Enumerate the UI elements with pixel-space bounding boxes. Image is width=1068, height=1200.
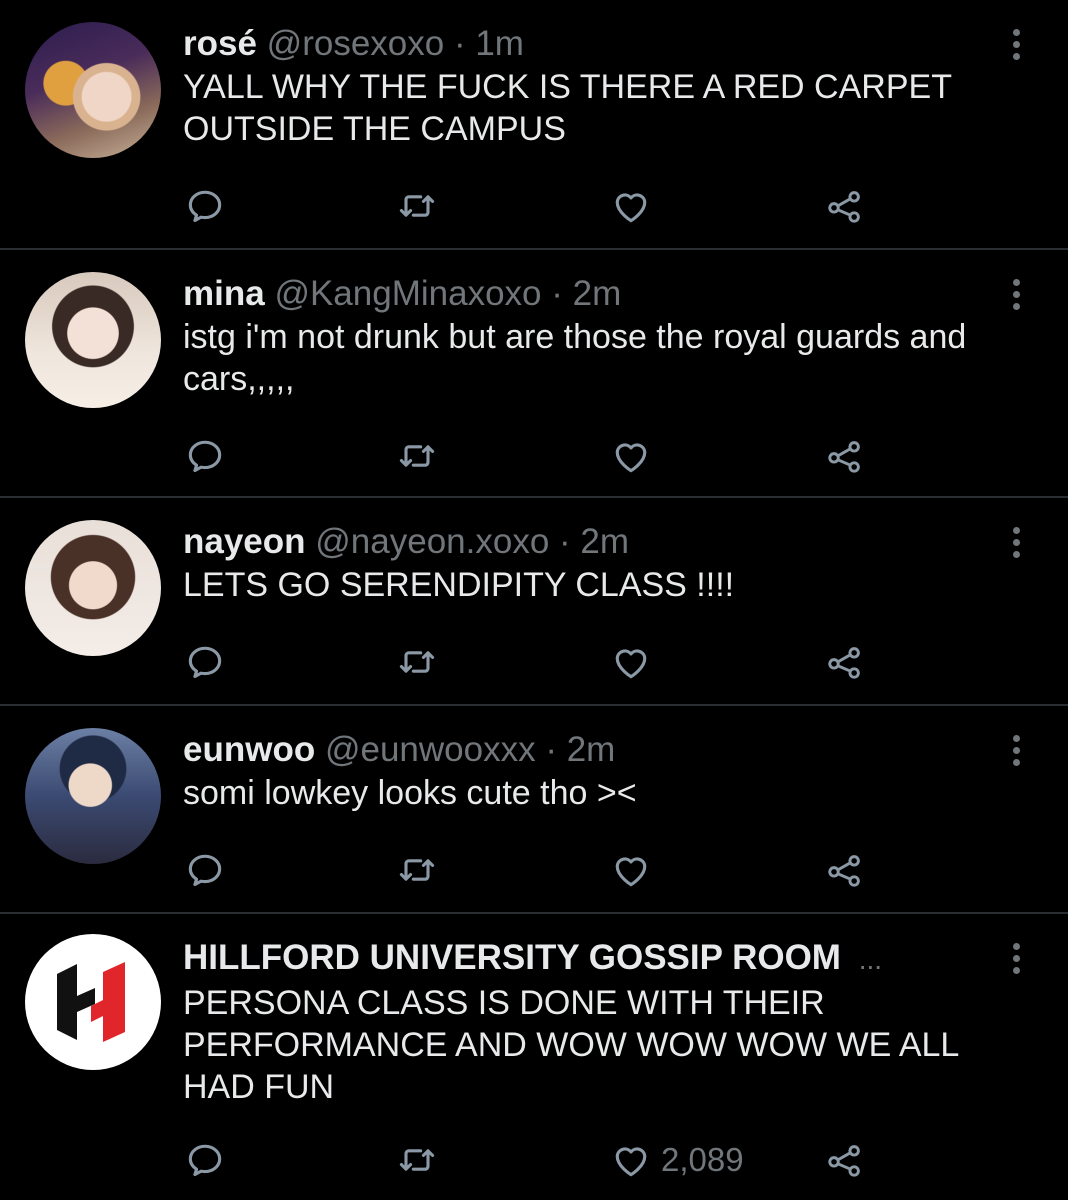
tweet[interactable]: HILLFORD UNIVERSITY GOSSIP ROOM ... PERS… bbox=[0, 914, 1068, 1200]
separator: · bbox=[453, 24, 466, 63]
action-bar bbox=[183, 848, 883, 892]
display-name[interactable]: mina bbox=[183, 274, 265, 313]
avatar[interactable] bbox=[25, 934, 161, 1070]
share-button[interactable] bbox=[823, 1138, 867, 1182]
tweet[interactable]: nayeon @nayeon.xoxo · 2m LETS GO SERENDI… bbox=[0, 498, 1068, 706]
retweet-button[interactable] bbox=[395, 434, 439, 478]
reply-icon bbox=[188, 646, 222, 679]
reply-button[interactable] bbox=[183, 1138, 227, 1182]
retweet-button[interactable] bbox=[395, 1138, 439, 1182]
like-button[interactable] bbox=[609, 848, 661, 892]
retweet-icon bbox=[399, 859, 435, 881]
tweet[interactable]: mina @KangMinaxoxo · 2m istg i'm not dru… bbox=[0, 250, 1068, 498]
like-icon bbox=[615, 649, 647, 679]
display-name[interactable]: eunwoo bbox=[183, 730, 315, 769]
timestamp[interactable]: 2m bbox=[567, 730, 616, 769]
action-bar bbox=[183, 640, 883, 684]
timestamp[interactable]: 1m bbox=[475, 24, 524, 63]
reply-button[interactable] bbox=[183, 184, 227, 228]
like-icon bbox=[615, 193, 647, 223]
avatar[interactable] bbox=[25, 272, 161, 408]
retweet-icon bbox=[399, 195, 435, 217]
like-button[interactable] bbox=[609, 184, 661, 228]
tweet-header: mina @KangMinaxoxo · 2m bbox=[183, 274, 1008, 314]
hillford-logo bbox=[57, 962, 125, 1042]
tweet-text: istg i'm not drunk but are those the roy… bbox=[183, 318, 967, 398]
like-icon bbox=[615, 857, 647, 887]
avatar[interactable] bbox=[25, 22, 161, 158]
more-icon[interactable] bbox=[1004, 24, 1028, 64]
tweet-header: HILLFORD UNIVERSITY GOSSIP ROOM ... bbox=[183, 938, 1008, 980]
user-handle[interactable]: @nayeon.xoxo bbox=[315, 522, 549, 561]
share-button[interactable] bbox=[823, 640, 867, 684]
retweet-icon bbox=[399, 651, 435, 673]
share-icon bbox=[828, 191, 860, 223]
share-icon bbox=[828, 855, 860, 887]
reply-button[interactable] bbox=[183, 434, 227, 478]
user-handle[interactable]: @eunwooxxx bbox=[325, 730, 536, 769]
share-button[interactable] bbox=[823, 848, 867, 892]
like-button[interactable]: 2,089 bbox=[609, 1138, 744, 1182]
timeline-feed: rosé @rosexoxo · 1m YALL WHY THE FUCK IS… bbox=[0, 0, 1068, 1200]
tweet-header: eunwoo @eunwooxxx · 2m bbox=[183, 730, 1008, 770]
share-icon bbox=[828, 1145, 860, 1177]
tweet-header: nayeon @nayeon.xoxo · 2m bbox=[183, 522, 1008, 562]
like-button[interactable] bbox=[609, 640, 661, 684]
share-button[interactable] bbox=[823, 434, 867, 478]
more-icon[interactable] bbox=[1004, 274, 1028, 314]
share-button[interactable] bbox=[823, 184, 867, 228]
reply-icon bbox=[188, 1144, 222, 1177]
more-icon[interactable] bbox=[1004, 730, 1028, 770]
retweet-button[interactable] bbox=[395, 184, 439, 228]
share-icon bbox=[828, 647, 860, 679]
like-button[interactable] bbox=[609, 434, 661, 478]
action-bar bbox=[183, 184, 883, 228]
separator: · bbox=[551, 274, 563, 313]
retweet-icon bbox=[399, 445, 435, 467]
tweet[interactable]: rosé @rosexoxo · 1m YALL WHY THE FUCK IS… bbox=[0, 0, 1068, 250]
tweet-text: LETS GO SERENDIPITY CLASS !!!! bbox=[183, 566, 735, 604]
display-name[interactable]: rosé bbox=[183, 24, 257, 63]
retweet-button[interactable] bbox=[395, 848, 439, 892]
more-icon[interactable] bbox=[1004, 938, 1028, 978]
tweet-text: somi lowkey looks cute tho >< bbox=[183, 774, 637, 812]
action-bar bbox=[183, 434, 883, 478]
user-handle[interactable]: @KangMinaxoxo bbox=[274, 274, 541, 313]
display-name[interactable]: HILLFORD UNIVERSITY GOSSIP ROOM bbox=[183, 938, 841, 977]
reply-icon bbox=[188, 440, 222, 473]
reply-button[interactable] bbox=[183, 848, 227, 892]
display-name[interactable]: nayeon bbox=[183, 522, 306, 561]
avatar[interactable] bbox=[25, 520, 161, 656]
tweet-header: rosé @rosexoxo · 1m bbox=[183, 24, 1008, 64]
reply-icon bbox=[188, 854, 222, 887]
like-icon bbox=[615, 1147, 647, 1177]
reply-icon bbox=[188, 190, 222, 223]
action-bar: 2,089 bbox=[183, 1138, 883, 1182]
tweet-text: YALL WHY THE FUCK IS THERE A RED CARPET … bbox=[183, 68, 952, 148]
reply-button[interactable] bbox=[183, 640, 227, 684]
truncation-ellipsis: ... bbox=[858, 944, 883, 975]
retweet-icon bbox=[399, 1149, 435, 1171]
tweet[interactable]: eunwoo @eunwooxxx · 2m somi lowkey looks… bbox=[0, 706, 1068, 914]
tweet-text: PERSONA CLASS IS DONE WITH THEIR PERFORM… bbox=[183, 984, 959, 1106]
separator: · bbox=[559, 522, 571, 561]
share-icon bbox=[828, 441, 860, 473]
like-count: 2,089 bbox=[661, 1141, 744, 1178]
retweet-button[interactable] bbox=[395, 640, 439, 684]
separator: · bbox=[545, 730, 557, 769]
timestamp[interactable]: 2m bbox=[573, 274, 622, 313]
more-icon[interactable] bbox=[1004, 522, 1028, 562]
user-handle[interactable]: @rosexoxo bbox=[267, 24, 445, 63]
like-icon bbox=[615, 443, 647, 473]
timestamp[interactable]: 2m bbox=[580, 522, 629, 561]
avatar[interactable] bbox=[25, 728, 161, 864]
